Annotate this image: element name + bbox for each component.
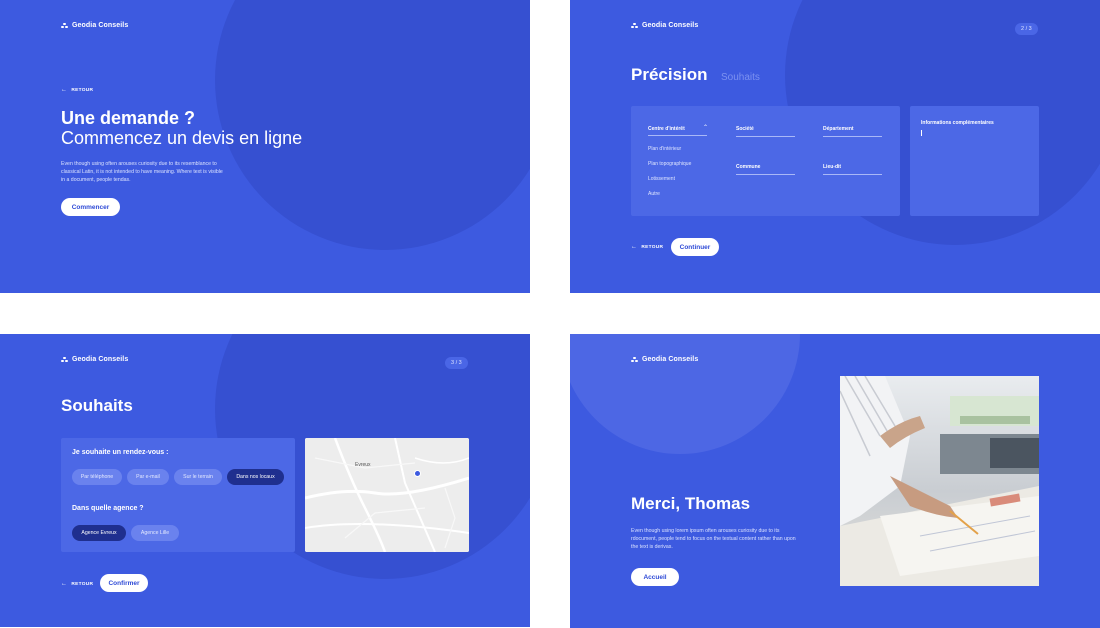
rdv-question: Je souhaite un rendez-vous : — [72, 449, 169, 456]
interest-dropdown-label[interactable]: Centre d'intérêt — [648, 126, 685, 132]
brand[interactable]: Geodia Conseils — [61, 356, 128, 363]
info-label: Informations complémentaires — [921, 120, 994, 126]
info-textarea[interactable]: Informations complémentaires — [910, 106, 1039, 216]
rdv-option-chip[interactable]: Par téléphone — [72, 469, 122, 485]
dropdown-option[interactable]: Lotissement — [648, 176, 675, 182]
agency-option-chip-selected[interactable]: Agence Evreux — [72, 525, 126, 541]
map-pin-icon[interactable] — [414, 470, 421, 477]
form-card: Centre d'intérêt ⌃ Plan d'intérieur Plan… — [631, 106, 900, 216]
back-link[interactable]: ← RETOUR — [61, 581, 93, 587]
home-button[interactable]: Accueil — [631, 568, 679, 586]
precision-screen: Geodia Conseils 2 / 3 Précision Souhaits… — [570, 0, 1100, 293]
continue-button[interactable]: Continuer — [671, 238, 719, 256]
three-dots-logo-icon — [631, 22, 638, 29]
brand[interactable]: Geodia Conseils — [631, 356, 698, 363]
three-dots-logo-icon — [631, 356, 638, 363]
intro-title-light: Commencez un devis en ligne — [61, 128, 303, 148]
back-label: RETOUR — [71, 87, 94, 93]
arrow-left-icon: ← — [61, 581, 68, 587]
brand-name: Geodia Conseils — [642, 356, 699, 363]
rdv-option-chip[interactable]: Sur le terrain — [174, 469, 222, 485]
step-indicator: 3 / 3 — [445, 357, 468, 369]
step-title: Précision — [631, 65, 708, 84]
agency-map[interactable]: Evreux — [305, 438, 469, 552]
dropdown-option[interactable]: Autre — [648, 191, 660, 197]
back-link[interactable]: ← RETOUR — [61, 87, 93, 93]
confirm-button[interactable]: Confirmer — [100, 574, 148, 592]
brand[interactable]: Geodia Conseils — [631, 22, 698, 29]
intro-title-bold: Une demande ? — [61, 108, 196, 128]
thank-you-screen: Geodia Conseils Merci, Thomas Even thoug… — [570, 334, 1100, 628]
preferences-card: Je souhaite un rendez-vous : Par télépho… — [61, 438, 295, 552]
intro-description: Even though using often arouses curiosit… — [61, 161, 223, 183]
three-dots-logo-icon — [61, 22, 68, 29]
background-circle — [570, 334, 800, 454]
brand-name: Geodia Conseils — [72, 356, 129, 363]
step-title: Souhaits — [61, 396, 133, 415]
agency-question: Dans quelle agence ? — [72, 505, 144, 512]
background-circle — [215, 0, 530, 250]
societe-field[interactable] — [736, 136, 795, 137]
map-city-label: Evreux — [355, 462, 371, 468]
office-illustration — [840, 376, 1039, 586]
map-roads — [305, 438, 469, 552]
chevron-up-icon[interactable]: ⌃ — [703, 124, 708, 131]
rdv-option-chip-selected[interactable]: Dans nos locaux — [227, 469, 284, 485]
arrow-left-icon: ← — [61, 87, 68, 93]
departement-field-label[interactable]: Département — [823, 126, 854, 132]
departement-field[interactable] — [823, 136, 882, 137]
intro-screen: Geodia Conseils ← RETOUR Une demande ? C… — [0, 0, 530, 293]
text-cursor — [921, 130, 922, 136]
thank-you-title: Merci, Thomas — [631, 494, 751, 513]
souhaits-screen: Geodia Conseils 3 / 3 Souhaits Je souhai… — [0, 334, 530, 627]
brand-name: Geodia Conseils — [642, 22, 699, 29]
dropdown-option[interactable]: Plan topographique — [648, 161, 691, 167]
step-indicator: 2 / 3 — [1015, 23, 1038, 35]
commune-field-label[interactable]: Commune — [736, 164, 760, 170]
dropdown-option[interactable]: Plan d'intérieur — [648, 146, 681, 152]
start-button[interactable]: Commencer — [61, 198, 120, 216]
arrow-left-icon: ← — [631, 244, 638, 250]
office-photo — [840, 376, 1039, 586]
brand[interactable]: Geodia Conseils — [61, 22, 128, 29]
lieu-dit-field-label[interactable]: Lieu-dit — [823, 164, 841, 170]
back-label: RETOUR — [71, 581, 94, 587]
thank-you-description: Even though using lorem ipsum often arou… — [631, 528, 796, 550]
societe-field-label[interactable]: Société — [736, 126, 754, 132]
lieu-dit-field[interactable] — [823, 174, 882, 175]
agency-option-chip[interactable]: Agence Lille — [131, 525, 179, 541]
brand-name: Geodia Conseils — [72, 22, 129, 29]
commune-field[interactable] — [736, 174, 795, 175]
next-step-title[interactable]: Souhaits — [721, 72, 760, 83]
three-dots-logo-icon — [61, 356, 68, 363]
interest-dropdown-underline — [648, 135, 707, 136]
rdv-option-chip[interactable]: Par e-mail — [127, 469, 169, 485]
back-label: RETOUR — [641, 244, 664, 250]
back-link[interactable]: ← RETOUR — [631, 244, 663, 250]
